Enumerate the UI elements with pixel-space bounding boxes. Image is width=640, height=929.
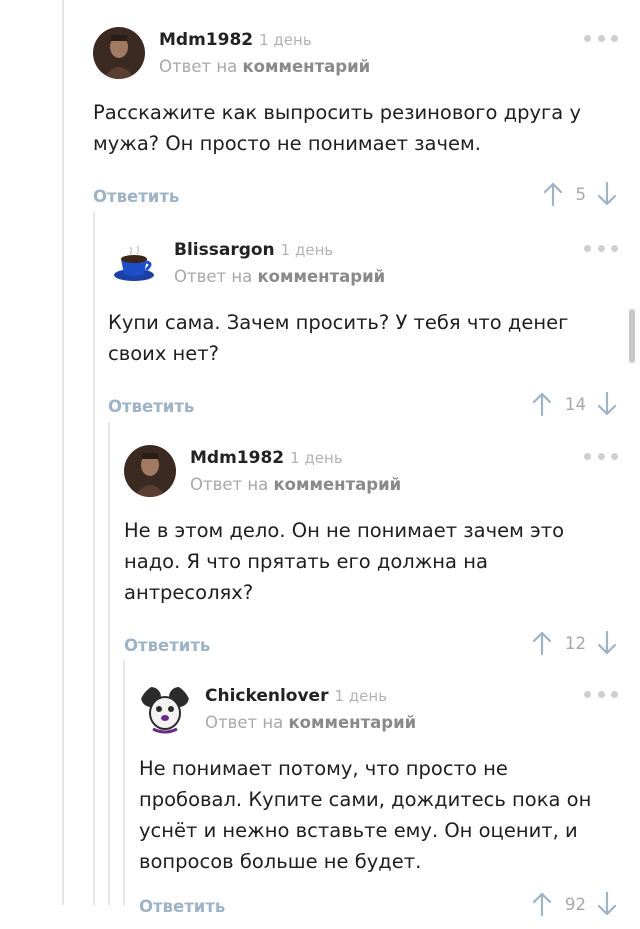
comment: Blissargon 1 день Ответ на комментарий Ку… — [108, 237, 618, 429]
vote-count: 14 — [565, 394, 586, 414]
comment-footer: Ответить 5 — [93, 179, 618, 219]
photo-avatar-icon[interactable] — [124, 445, 176, 497]
reply-button[interactable]: Ответить — [93, 187, 179, 206]
comment-age: 1 день — [280, 241, 334, 259]
reply-context-link[interactable]: комментарий — [242, 57, 370, 76]
comment-header: Blissargon 1 день Ответ на комментарий — [108, 237, 618, 307]
comment: Chickenlover 1 день Ответ на комментарий … — [139, 683, 618, 929]
vote-count: 5 — [575, 184, 587, 204]
reply-context-link[interactable]: комментарий — [288, 713, 416, 732]
thread-line-2 — [93, 212, 95, 905]
comment-header: Mdm1982 1 день Ответ на комментарий — [124, 445, 618, 515]
coffee-cup-avatar-icon[interactable] — [108, 237, 160, 289]
upvote-arrow-icon[interactable] — [531, 630, 553, 656]
vote-count: 12 — [565, 633, 586, 653]
reply-context: Ответ на комментарий — [190, 475, 402, 494]
vote-controls: 5 — [542, 181, 619, 207]
comment-age: 1 день — [259, 31, 312, 49]
upvote-arrow-icon[interactable] — [542, 181, 564, 207]
vote-controls: 92 — [531, 891, 618, 917]
comment: Mdm1982 1 день Ответ на комментарий Не в … — [124, 445, 618, 668]
thread-line-3 — [108, 422, 110, 905]
more-options-icon[interactable] — [584, 689, 618, 699]
comment-header: Mdm1982 1 день Ответ на комментарий — [93, 27, 618, 97]
thread-line-4 — [123, 660, 125, 905]
author-name[interactable]: Mdm1982 1 день — [190, 448, 343, 468]
reply-context-link[interactable]: комментарий — [273, 475, 401, 494]
downvote-arrow-icon[interactable] — [596, 391, 618, 417]
more-options-icon[interactable] — [584, 451, 618, 461]
reply-context: Ответ на комментарий — [174, 267, 386, 286]
author-name[interactable]: Blissargon 1 день — [174, 240, 333, 260]
comment-text: Не в этом дело. Он не понимает зачем это… — [124, 519, 565, 604]
vote-controls: 12 — [531, 630, 618, 656]
comment-age: 1 день — [290, 449, 343, 467]
comment-footer: Ответить 14 — [108, 389, 618, 429]
scrollbar-thumb[interactable] — [629, 309, 635, 363]
comment-text: Не понимает потому, что просто не пробов… — [139, 757, 592, 873]
downvote-arrow-icon[interactable] — [596, 630, 618, 656]
reply-context-link[interactable]: комментарий — [257, 267, 385, 286]
author-name[interactable]: Chickenlover 1 день — [205, 686, 387, 706]
comment-text: Купи сама. Зачем просить? У тебя что ден… — [108, 311, 569, 365]
comment-footer: Ответить 12 — [124, 628, 618, 668]
reply-button[interactable]: Ответить — [139, 897, 225, 916]
photo-avatar-icon[interactable] — [93, 27, 145, 79]
reply-button[interactable]: Ответить — [124, 636, 210, 655]
comment: Mdm1982 1 день Ответ на комментарий Расск… — [93, 27, 618, 219]
vote-count: 92 — [565, 894, 586, 914]
comment-header: Chickenlover 1 день Ответ на комментарий — [139, 683, 618, 753]
vote-controls: 14 — [531, 391, 618, 417]
comment-age: 1 день — [334, 687, 388, 705]
reply-context: Ответ на комментарий — [159, 57, 371, 76]
reply-context: Ответ на комментарий — [205, 713, 417, 732]
comment-text: Расскажите как выпросить резинового друг… — [93, 101, 581, 155]
cartoon-mouse-avatar-icon[interactable] — [139, 683, 191, 735]
thread-line-1 — [62, 0, 64, 905]
comment-footer: Ответить 92 — [139, 889, 618, 929]
downvote-arrow-icon[interactable] — [596, 891, 618, 917]
more-options-icon[interactable] — [584, 243, 618, 253]
reply-button[interactable]: Ответить — [108, 397, 194, 416]
more-options-icon[interactable] — [584, 33, 618, 43]
author-name[interactable]: Mdm1982 1 день — [159, 30, 312, 50]
upvote-arrow-icon[interactable] — [531, 891, 553, 917]
upvote-arrow-icon[interactable] — [531, 391, 553, 417]
downvote-arrow-icon[interactable] — [596, 181, 618, 207]
